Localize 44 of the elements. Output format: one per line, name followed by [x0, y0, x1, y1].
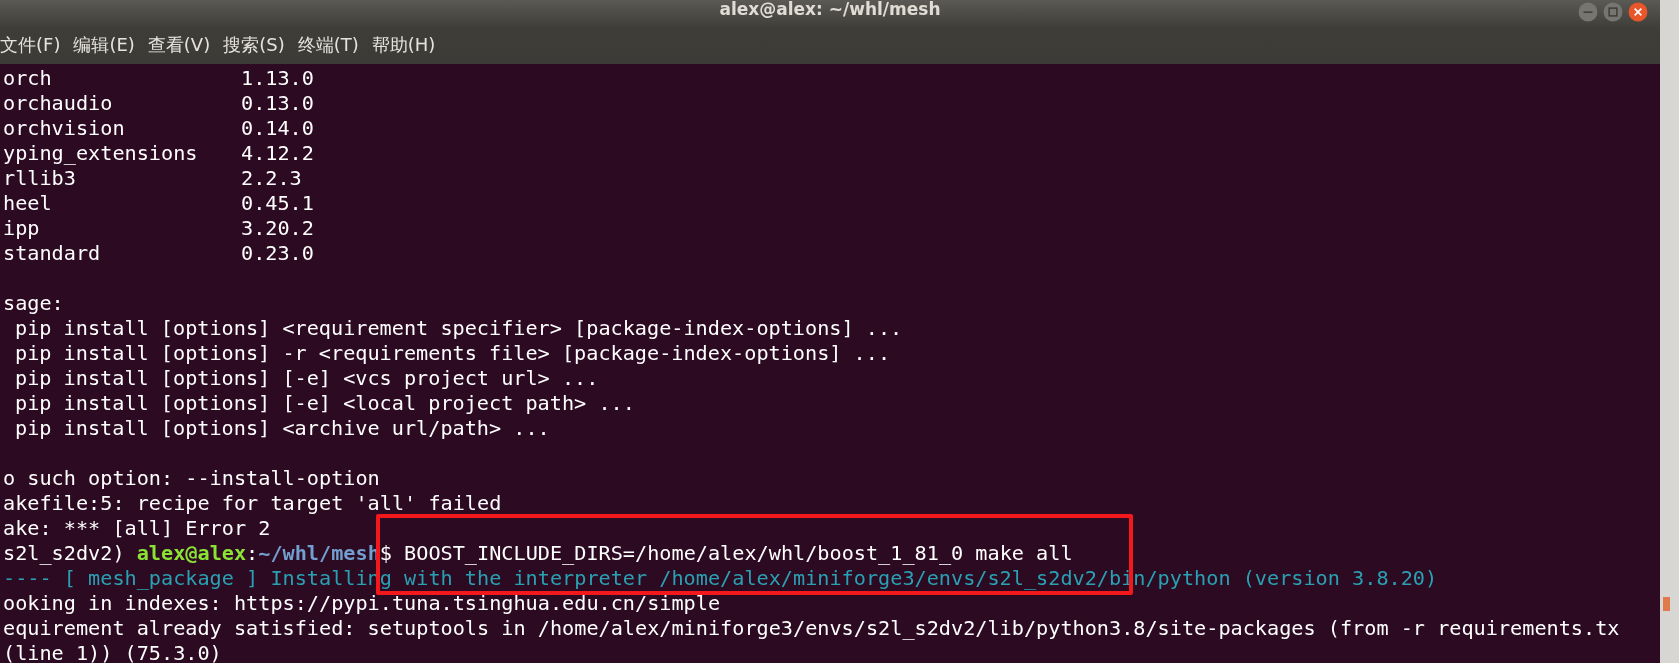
menu-item[interactable]: 查看(V) [147, 33, 211, 57]
menu-item[interactable]: 帮助(H) [371, 33, 436, 57]
menu-item[interactable]: 文件(F) [0, 33, 61, 57]
package-version: 3.20.2 [241, 216, 314, 241]
package-name: yping_extensions [3, 141, 198, 166]
prompt-path: ~/whl/mesh [258, 541, 380, 566]
command-text: $ BOOST_INCLUDE_DIRS=/home/alex/whl/boost_1_81_0 make all [379, 541, 1073, 566]
prompt-user: alex@alex [136, 541, 247, 566]
package-version: 0.23.0 [241, 241, 314, 266]
output-line: akefile:5: recipe for target 'all' failed [3, 491, 502, 516]
package-version: 1.13.0 [241, 66, 314, 91]
package-version: 2.2.3 [241, 166, 302, 191]
output-line: o such option: --install-option [3, 466, 380, 491]
output-line: ake: *** [all] Error 2 [3, 516, 271, 541]
minimize-button[interactable] [1578, 2, 1598, 22]
maximize-button[interactable] [1603, 2, 1623, 22]
package-name: heel [3, 191, 52, 216]
package-name: rllib3 [3, 166, 76, 191]
close-button[interactable] [1628, 2, 1648, 22]
output-line: equirement already satisfied: setuptools in /home/alex/miniforge3/envs/s2l_s2dv2/lib/python3.8/site-packages (from -r requirements.tx [3, 616, 1620, 641]
package-name: orch [3, 66, 52, 91]
prompt-separator: : [246, 541, 259, 566]
package-name: orchvision [3, 116, 125, 141]
output-line: (line 1)) (75.3.0) [3, 641, 222, 663]
output-line: ooking in indexes: https://pypi.tuna.tsinghua.edu.cn/simple [3, 591, 721, 616]
menu-item[interactable]: 终端(T) [297, 33, 359, 57]
package-name: ipp [3, 216, 40, 241]
scrollbar-thumb[interactable] [1663, 597, 1670, 611]
output-line: pip install [options] [-e] <local project path> ... [14, 391, 635, 416]
output-line: pip install [options] [-e] <vcs project url> ... [14, 366, 599, 391]
package-version: 4.12.2 [241, 141, 314, 166]
output-line: pip install [options] <requirement specifier> [package-index-options] ... [14, 316, 903, 341]
prompt-env: s2l_s2dv2) [3, 541, 126, 566]
package-version: 0.14.0 [241, 116, 314, 141]
package-name: orchaudio [3, 91, 113, 116]
output-line: pip install [options] <archive url/path> ... [14, 416, 550, 441]
package-version: 0.45.1 [241, 191, 314, 216]
menu-item[interactable]: 编辑(E) [73, 33, 135, 57]
menu-item[interactable]: 搜索(S) [223, 33, 285, 57]
window-title: alex@alex: ~/whl/mesh [719, 0, 941, 19]
package-version: 0.13.0 [241, 91, 314, 116]
output-line: pip install [options] -r <requirements file> [package-index-options] ... [14, 341, 891, 366]
package-name: standard [3, 241, 101, 266]
output-line: sage: [3, 291, 64, 316]
